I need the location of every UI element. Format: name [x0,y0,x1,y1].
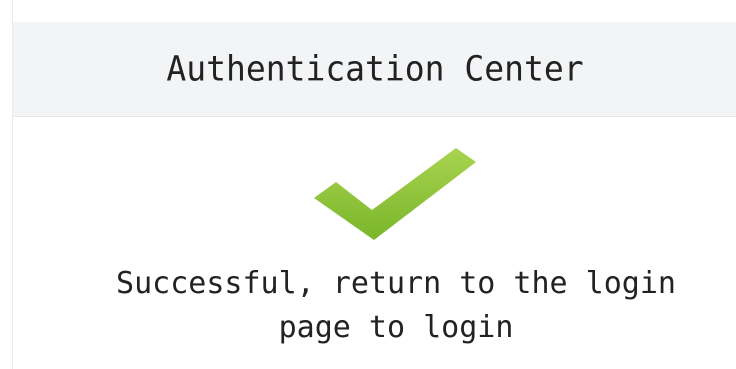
status-message: Successful, return to the login page to … [68,262,724,350]
status-message-line-2: page to login [278,310,514,345]
panel-header: Authentication Center [13,22,736,117]
check-icon [314,148,476,240]
status-message-line-1: Successful, return to the login [116,266,676,301]
page-title: Authentication Center [166,48,584,89]
auth-result-page: Authentication Center Successful, return… [0,0,736,369]
